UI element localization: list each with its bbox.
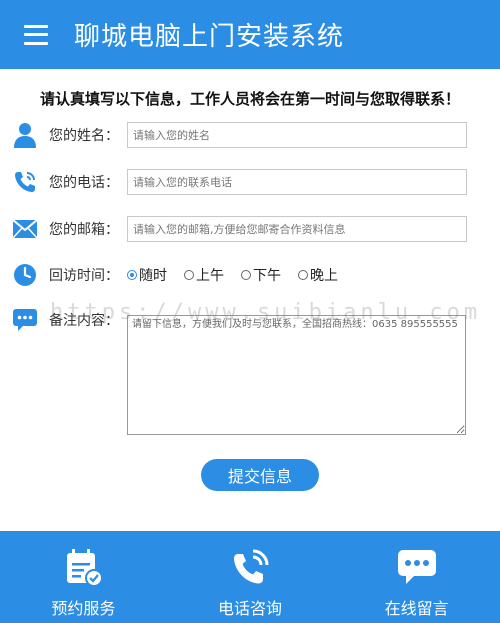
remarks-textarea[interactable]	[127, 315, 466, 435]
page-title: 聊城电脑上门安装系统	[74, 22, 345, 52]
name-input[interactable]	[127, 122, 467, 148]
visit-time-row: 回访时间： 随时 上午 下午 晚上	[0, 258, 500, 292]
clock-icon	[11, 261, 39, 289]
phone-row: 您的电话：	[0, 165, 500, 199]
calendar-check-icon	[67, 549, 104, 587]
footer-item-booking[interactable]: 预约服务	[0, 531, 167, 623]
phone-icon	[11, 168, 39, 196]
radio-dot[interactable]	[298, 270, 308, 280]
radio-afternoon[interactable]: 下午	[241, 265, 281, 285]
phone-label: 您的电话：	[49, 175, 119, 191]
email-label: 您的邮箱：	[49, 222, 119, 238]
notice-text: 请认真填写以下信息，工作人员将会在第一时间与您取得联系！	[39, 90, 460, 108]
radio-dot[interactable]	[127, 270, 137, 280]
footer-label: 电话咨询	[218, 599, 283, 618]
visit-time-label: 回访时间：	[49, 268, 119, 284]
radio-dot[interactable]	[241, 270, 251, 280]
email-row: 您的邮箱：	[0, 212, 500, 246]
submit-button[interactable]: 提交信息	[201, 459, 319, 491]
remarks-label: 备注内容：	[49, 313, 119, 329]
radio-morning[interactable]: 上午	[184, 265, 224, 285]
message-icon	[397, 550, 436, 584]
radio-dot[interactable]	[184, 270, 194, 280]
menu-icon[interactable]	[24, 24, 48, 45]
visit-time-options: 随时 上午 下午 晚上	[127, 265, 355, 285]
radio-evening[interactable]: 晚上	[298, 265, 338, 285]
footer-item-message[interactable]: 在线留言	[333, 531, 500, 623]
user-icon	[11, 121, 39, 149]
footer-label: 在线留言	[384, 599, 449, 618]
phone-call-icon	[234, 549, 269, 584]
name-label: 您的姓名：	[49, 128, 119, 144]
chat-icon	[11, 306, 39, 334]
header-bar: 聊城电脑上门安装系统	[0, 0, 500, 69]
name-row: 您的姓名：	[0, 118, 500, 152]
footer-bar: 预约服务 电话咨询 在线留言	[0, 531, 500, 623]
footer-label: 预约服务	[51, 599, 116, 618]
mail-icon	[11, 215, 39, 243]
footer-item-phone[interactable]: 电话咨询	[167, 531, 334, 623]
email-input[interactable]	[127, 216, 467, 242]
phone-input[interactable]	[127, 169, 467, 195]
radio-anytime[interactable]: 随时	[127, 265, 167, 285]
